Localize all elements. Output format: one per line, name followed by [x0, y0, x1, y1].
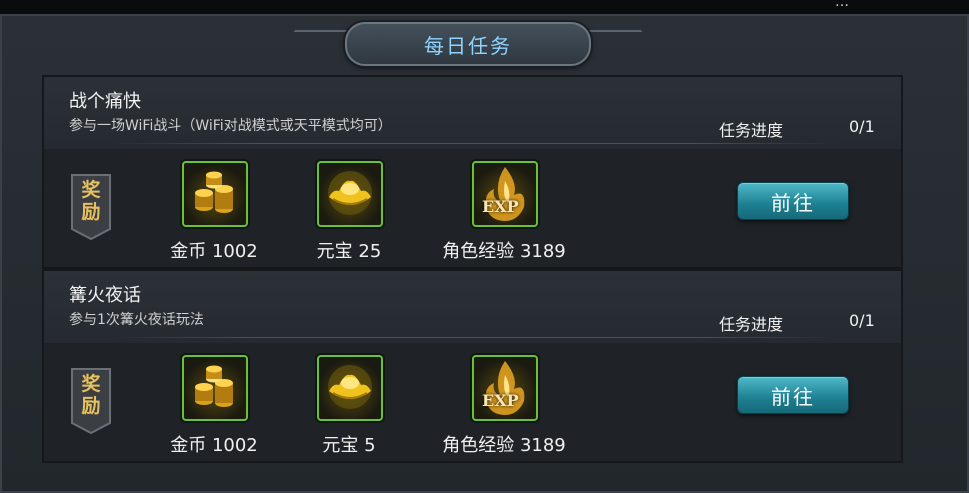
divider [114, 337, 834, 338]
exp-icon: EXP [472, 161, 538, 227]
gold-coins-icon [182, 355, 248, 421]
reward-badge-label: 奖励 [81, 373, 101, 417]
exp-text: EXP [482, 391, 519, 410]
go-button[interactable]: 前往 [737, 376, 849, 414]
task-progress-value: 0/1 [849, 311, 875, 330]
task-progress-label: 任务进度 [719, 315, 784, 334]
divider [114, 143, 834, 144]
top-bar: … [0, 0, 969, 14]
task-title: 篝火夜话 [69, 285, 141, 306]
task-card: 战个痛快 参与一场WiFi战斗（WiFi对战模式或天平模式均可） 任务进度 0/… [42, 75, 903, 269]
reward-badge: 奖励 [70, 173, 112, 241]
reward-item-gold[interactable]: 金币 1002 [149, 161, 279, 271]
task-progress-value: 0/1 [849, 117, 875, 136]
reward-item-exp[interactable]: EXP 角色经验 3189 [439, 355, 569, 465]
task-description: 参与一场WiFi战斗（WiFi对战模式或天平模式均可） [69, 118, 392, 134]
gold-coins-icon [182, 161, 248, 227]
reward-label: 金币 1002 [170, 241, 258, 262]
task-title: 战个痛快 [69, 91, 141, 112]
reward-label: 元宝 5 [322, 435, 376, 456]
task-header: 篝火夜话 参与1次篝火夜话玩法 任务进度 0/1 [44, 271, 901, 343]
task-description: 参与1次篝火夜话玩法 [69, 312, 204, 328]
go-button[interactable]: 前往 [737, 182, 849, 220]
exp-text: EXP [482, 197, 519, 216]
reward-label: 元宝 25 [316, 241, 382, 262]
window-title: 每日任务 [424, 33, 512, 58]
top-bar-text: … [835, 0, 849, 10]
task-header: 战个痛快 参与一场WiFi战斗（WiFi对战模式或天平模式均可） 任务进度 0/… [44, 77, 901, 149]
reward-item-exp[interactable]: EXP 角色经验 3189 [439, 161, 569, 271]
reward-badge: 奖励 [70, 367, 112, 435]
window-title-tab: 每日任务 [345, 22, 591, 66]
yuanbao-ingot-icon [317, 161, 383, 227]
reward-label: 角色经验 3189 [442, 241, 566, 262]
reward-badge-label: 奖励 [81, 179, 101, 223]
reward-item-yuanbao[interactable]: 元宝 25 [284, 161, 414, 271]
reward-label: 金币 1002 [170, 435, 258, 456]
task-progress-label: 任务进度 [719, 121, 784, 140]
yuanbao-ingot-icon [317, 355, 383, 421]
reward-item-yuanbao[interactable]: 元宝 5 [284, 355, 414, 465]
task-card: 篝火夜话 参与1次篝火夜话玩法 任务进度 0/1 奖励 金币 1002 元宝 5… [42, 269, 903, 463]
reward-label: 角色经验 3189 [442, 435, 566, 456]
exp-icon: EXP [472, 355, 538, 421]
reward-item-gold[interactable]: 金币 1002 [149, 355, 279, 465]
